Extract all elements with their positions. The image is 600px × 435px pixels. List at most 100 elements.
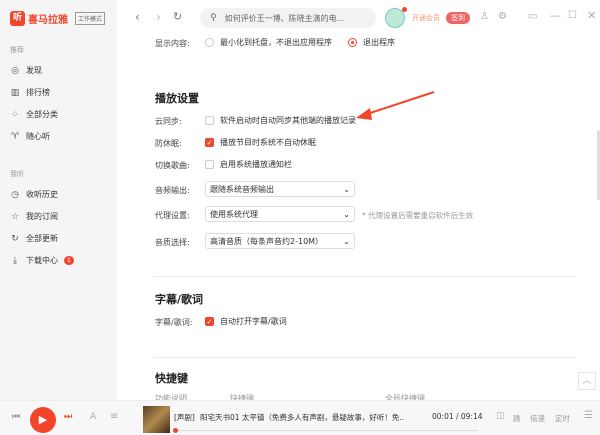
audio-output-label: 音频输出: (155, 186, 190, 195)
maximize-icon[interactable]: ☐ (568, 10, 577, 21)
sidebar: 听 喜马拉雅 工作模式 推荐 ◎ 发现 ▥ 排行榜 ⁘ 全部分类 ♈ 随心听 我听 ◷ 收听历史… (0, 0, 117, 400)
search-placeholder: 如何评价王一博、陈晓主演的电... (224, 13, 345, 23)
sidebar-item-label: 我的订阅 (26, 212, 58, 221)
radio-label: 最小化到托盘，不退出应用程序 (220, 38, 332, 47)
switch-song-label: 切换歌曲: (155, 161, 190, 170)
forward-icon[interactable]: › (156, 10, 161, 24)
checkbox-checked-icon: ✓ (205, 317, 214, 326)
skin-icon[interactable]: ♙ (480, 11, 489, 22)
sidebar-item-label: 随心听 (26, 132, 50, 141)
checkbox-label: 自动打开字幕/歌词 (220, 317, 287, 326)
sidebar-item-2[interactable]: ⁘ 全部分类 (10, 109, 58, 120)
radio-icon: ♈ (10, 131, 20, 142)
sidebar-item-label: 下载中心 (26, 256, 58, 265)
radio-label: 退出程序 (363, 38, 395, 47)
lyrics-checkbox[interactable]: ✓ 自动打开字幕/歌词 (205, 316, 287, 327)
select-value: 高清音质（每条声音约2-10M） (210, 236, 324, 246)
sidebar-item-label: 排行榜 (26, 88, 50, 97)
audio-output-select[interactable]: 跟随系统音频输出 ⌄ (205, 181, 355, 197)
checkbox-checked-icon: ✓ (205, 138, 214, 147)
cloud-sync-label: 云同步: (155, 117, 182, 126)
minimize-icon[interactable]: — (550, 9, 561, 22)
search-icon: ⚲ (210, 13, 217, 23)
skip-button[interactable]: 跳 (513, 413, 521, 424)
display-label: 显示内容: (155, 39, 190, 48)
mini-mode-icon[interactable]: ▭ (528, 11, 537, 22)
section-heading-lyrics: 字幕/歌词 (155, 293, 204, 306)
anti-sleep-label: 防休眠: (155, 139, 182, 148)
track-title[interactable]: 阳宅天书01 太平镇（免费多人有声剧，悬疑故事，好听！免... (200, 412, 405, 423)
clock-icon: ◷ (11, 189, 19, 200)
chart-icon: ▥ (10, 87, 20, 98)
speed-button[interactable]: 倍速 (530, 413, 545, 424)
section-title-recommend: 推荐 (10, 46, 24, 54)
sidebar-item-0[interactable]: ◎ 发现 (10, 65, 42, 76)
radio-icon (205, 38, 214, 47)
checkbox-icon (205, 116, 214, 125)
back-icon[interactable]: ‹ (135, 10, 140, 24)
track-tag: [声剧] (174, 413, 195, 422)
logo-text: 喜马拉雅 (28, 15, 68, 26)
checkbox-icon (205, 160, 214, 169)
progress-bar[interactable] (173, 428, 478, 433)
select-value: 跟随系统音频输出 (210, 184, 274, 194)
radio-icon (348, 38, 357, 47)
checkbox-label: 软件启动时自动同步其他端的播放记录 (220, 116, 356, 125)
player-bar: ⏮ ▶ ⏭ A ≡ [声剧] 阳宅天书01 太平镇（免费多人有声剧，悬疑故事，好… (0, 400, 600, 435)
timer-button[interactable]: 定时 (555, 413, 570, 424)
close-icon[interactable]: ✕ (587, 9, 596, 22)
star-icon: ☆ (10, 211, 20, 222)
work-mode-button[interactable]: 工作模式 (75, 12, 106, 25)
track-time: 00:01 / 09:14 (432, 412, 483, 421)
chevron-down-icon: ⌄ (343, 236, 350, 246)
sidebar-item-0[interactable]: ◷ 收听历史 (10, 189, 58, 200)
proxy-select[interactable]: 使用系统代理 ⌄ (205, 206, 355, 222)
download-count-badge: 1 (64, 256, 74, 265)
progress-handle[interactable] (173, 428, 178, 433)
next-icon[interactable]: ⏭ (64, 412, 72, 422)
section-title-mylisten: 我听 (10, 170, 24, 178)
compass-icon: ◎ (11, 65, 19, 76)
queue-icon[interactable]: ☰ (584, 410, 593, 421)
sidebar-item-label: 全部更新 (26, 234, 58, 243)
switch-song-checkbox[interactable]: 启用系统播放通知栏 (205, 159, 292, 170)
quality-select[interactable]: 高清音质（每条声音约2-10M） ⌄ (205, 233, 355, 249)
refresh-icon[interactable]: ↻ (173, 10, 182, 23)
proxy-label: 代理设置: (155, 211, 190, 220)
divider (153, 357, 577, 358)
sidebar-item-3[interactable]: ♈ 随心听 (10, 131, 50, 142)
checkbox-label: 播放节目时系统不自动休眠 (220, 138, 316, 147)
divider (153, 276, 577, 277)
font-size-icon[interactable]: A (90, 412, 96, 422)
proxy-note: * 代理设置后需要重启软件后生效 (362, 211, 474, 220)
settings-icon[interactable]: ⚙ (498, 11, 507, 22)
app-logo[interactable]: 听 喜马拉雅 工作模式 (10, 11, 106, 26)
anti-sleep-checkbox[interactable]: ✓ 播放节目时系统不自动休眠 (205, 137, 316, 148)
playlist-icon[interactable]: ≡ (110, 411, 118, 422)
sidebar-item-1[interactable]: ▥ 排行榜 (10, 87, 50, 98)
chevron-down-icon: ⌄ (343, 184, 350, 194)
sidebar-item-2[interactable]: ↻ 全部更新 (10, 233, 58, 244)
scroll-top-button[interactable]: ︿ (578, 372, 596, 390)
sidebar-item-3[interactable]: ⤓ 下载中心 1 (10, 255, 74, 266)
prev-icon[interactable]: ⏮ (12, 412, 20, 422)
logo-icon: 听 (10, 11, 25, 26)
cloud-sync-checkbox[interactable]: 软件启动时自动同步其他端的播放记录 (205, 115, 356, 126)
grid-icon: ⁘ (11, 109, 19, 120)
radio-exit[interactable]: 退出程序 (348, 37, 395, 48)
lyrics-label: 字幕/歌词: (155, 318, 193, 327)
section-heading-hotkeys: 快捷键 (155, 372, 188, 385)
play-button[interactable]: ▶ (30, 407, 56, 433)
red-arrow-annotation (356, 91, 435, 120)
album-cover[interactable] (143, 406, 170, 433)
notification-dot (402, 7, 407, 12)
search-input[interactable]: ⚲ 如何评价王一博、陈晓主演的电... (200, 8, 376, 28)
quality-label: 音质选择: (155, 238, 190, 247)
radio-minimize[interactable]: 最小化到托盘，不退出应用程序 (205, 37, 332, 48)
sidebar-item-1[interactable]: ☆ 我的订阅 (10, 211, 58, 222)
signin-button[interactable]: 签到 (446, 12, 470, 24)
vip-button[interactable]: 开通会员 (412, 13, 440, 23)
checkbox-label: 启用系统播放通知栏 (220, 160, 292, 169)
volume-icon[interactable]: ◫ (496, 411, 505, 421)
sidebar-item-label: 收听历史 (26, 190, 58, 199)
